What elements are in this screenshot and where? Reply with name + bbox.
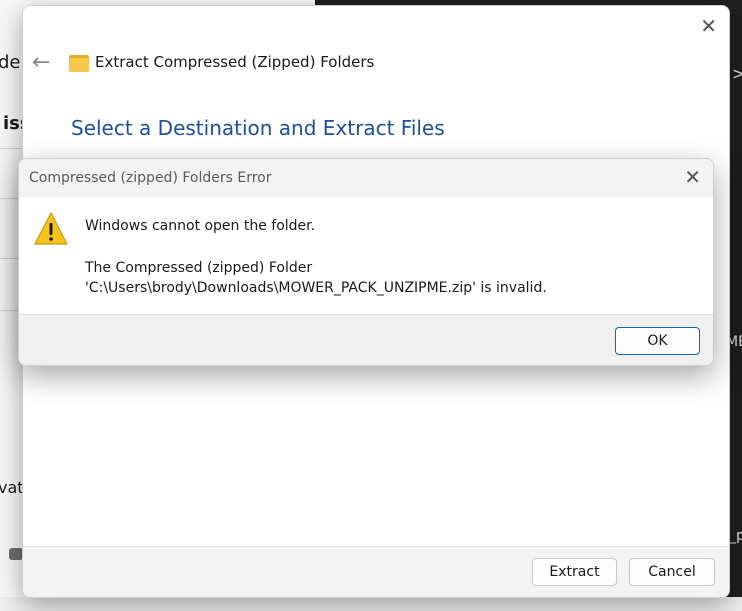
error-message-primary: Windows cannot open the folder. bbox=[85, 218, 316, 234]
background-chevron: > bbox=[732, 64, 742, 83]
warning-icon bbox=[34, 212, 68, 245]
zip-folder-icon bbox=[69, 55, 89, 72]
page-heading: Select a Destination and Extract Files bbox=[71, 116, 445, 140]
error-dialog: Compressed (zipped) Folders Error ✕ Wind… bbox=[18, 158, 714, 366]
error-message-detail: The Compressed (zipped) Folder 'C:\Users… bbox=[85, 260, 547, 296]
window-title: Extract Compressed (Zipped) Folders bbox=[95, 53, 375, 71]
close-icon[interactable]: ✕ bbox=[684, 165, 701, 189]
cancel-button[interactable]: Cancel bbox=[629, 558, 715, 586]
background-text-fragment: vat bbox=[0, 478, 24, 497]
wizard-footer: Extract Cancel bbox=[23, 546, 729, 597]
background-control bbox=[9, 548, 23, 560]
ok-button[interactable]: OK bbox=[615, 327, 700, 355]
background-text-fragment: _p bbox=[729, 528, 742, 544]
back-arrow-icon[interactable]: ← bbox=[32, 50, 50, 75]
dialog-title-bar[interactable]: Compressed (zipped) Folders Error ✕ bbox=[19, 159, 713, 197]
background-strip bbox=[0, 597, 742, 611]
divider bbox=[0, 148, 22, 149]
dialog-footer: OK bbox=[19, 314, 713, 365]
dialog-title: Compressed (zipped) Folders Error bbox=[29, 170, 272, 186]
extract-button[interactable]: Extract bbox=[532, 558, 617, 586]
close-icon[interactable]: ✕ bbox=[700, 14, 717, 38]
